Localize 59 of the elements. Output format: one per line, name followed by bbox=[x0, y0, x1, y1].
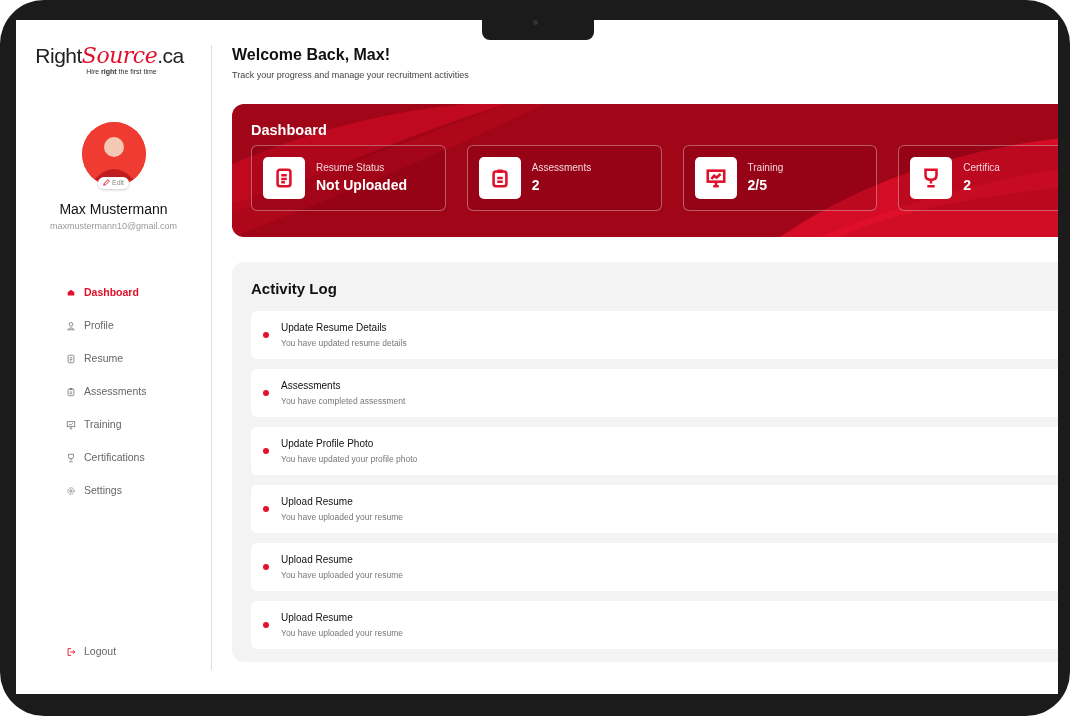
sidebar-item[interactable]: Profile bbox=[16, 309, 211, 343]
activity-title: Update Resume Details bbox=[281, 321, 388, 336]
sidebar-item[interactable]: Settings bbox=[16, 474, 211, 508]
activity-detail: You have completed assessment bbox=[281, 395, 406, 409]
home-icon bbox=[66, 288, 76, 298]
activity-detail: You have uploaded your resume bbox=[281, 627, 404, 641]
stat-value: Not Uploaded bbox=[316, 176, 407, 196]
stat-label: Training bbox=[747, 161, 784, 176]
logout-button[interactable]: Logout bbox=[16, 635, 117, 668]
clipboard-icon bbox=[478, 157, 521, 200]
activity-title: Assessments bbox=[281, 379, 342, 394]
stat-card[interactable]: Training 2/5 bbox=[682, 145, 878, 212]
logout-icon bbox=[66, 646, 76, 657]
status-dot bbox=[263, 448, 269, 455]
stat-label: Assessments bbox=[531, 161, 592, 176]
sidebar-item[interactable]: Certifications bbox=[16, 441, 211, 475]
trophy-icon bbox=[66, 453, 76, 463]
status-dot bbox=[263, 564, 269, 571]
stat-value: 2 bbox=[963, 176, 973, 196]
stat-card[interactable]: Resume Status Not Uploaded bbox=[251, 145, 446, 212]
document-icon bbox=[66, 354, 76, 364]
status-dot bbox=[263, 390, 269, 397]
page-subtitle: Track your progress and manage your recruitment activities bbox=[232, 69, 470, 83]
status-dot bbox=[263, 622, 269, 629]
trophy-icon bbox=[910, 157, 953, 200]
sidebar-item[interactable]: Assessments bbox=[16, 375, 211, 409]
activity-title: Update Profile Photo bbox=[281, 437, 375, 452]
logo[interactable]: RightSource.ca bbox=[35, 45, 184, 67]
user-email: maxmustermann10@gmail.com bbox=[49, 220, 178, 233]
settings-icon bbox=[66, 486, 76, 496]
stat-label: Certifica bbox=[963, 161, 1000, 176]
page-title: Welcome Back, Max! bbox=[232, 45, 391, 65]
dashboard-title: Dashboard bbox=[251, 120, 328, 140]
presentation-board-icon bbox=[694, 157, 737, 200]
activity-title: Upload Resume bbox=[281, 495, 354, 510]
stat-card[interactable]: Certifica 2 bbox=[898, 145, 1058, 212]
sidebar-item[interactable]: Training bbox=[16, 408, 211, 442]
user-icon bbox=[66, 321, 76, 331]
camera-icon bbox=[533, 20, 538, 25]
clipboard-icon bbox=[66, 387, 76, 397]
user-name: Max Mustermann bbox=[59, 200, 168, 219]
status-dot bbox=[263, 506, 269, 513]
activity-title: Upload Resume bbox=[281, 611, 354, 626]
stat-value: 2/5 bbox=[747, 176, 768, 196]
activity-log-title: Activity Log bbox=[251, 278, 338, 299]
activity-detail: You have uploaded your resume bbox=[281, 511, 404, 525]
pencil-icon bbox=[102, 179, 110, 187]
status-dot bbox=[263, 332, 269, 339]
stat-label: Resume Status bbox=[316, 161, 386, 176]
presentation-board-icon bbox=[66, 420, 76, 430]
activity-detail: You have uploaded your resume bbox=[281, 569, 404, 583]
stat-card[interactable]: Assessments 2 bbox=[466, 145, 662, 212]
sidebar-item[interactable]: Resume bbox=[16, 342, 211, 376]
document-icon bbox=[263, 157, 305, 200]
activity-title: Upload Resume bbox=[281, 553, 354, 568]
activity-detail: You have updated resume details bbox=[281, 337, 407, 351]
activity-detail: You have updated your profile photo bbox=[281, 453, 418, 467]
stat-value: 2 bbox=[531, 176, 541, 196]
sidebar-item[interactable]: Dashboard bbox=[16, 276, 211, 310]
